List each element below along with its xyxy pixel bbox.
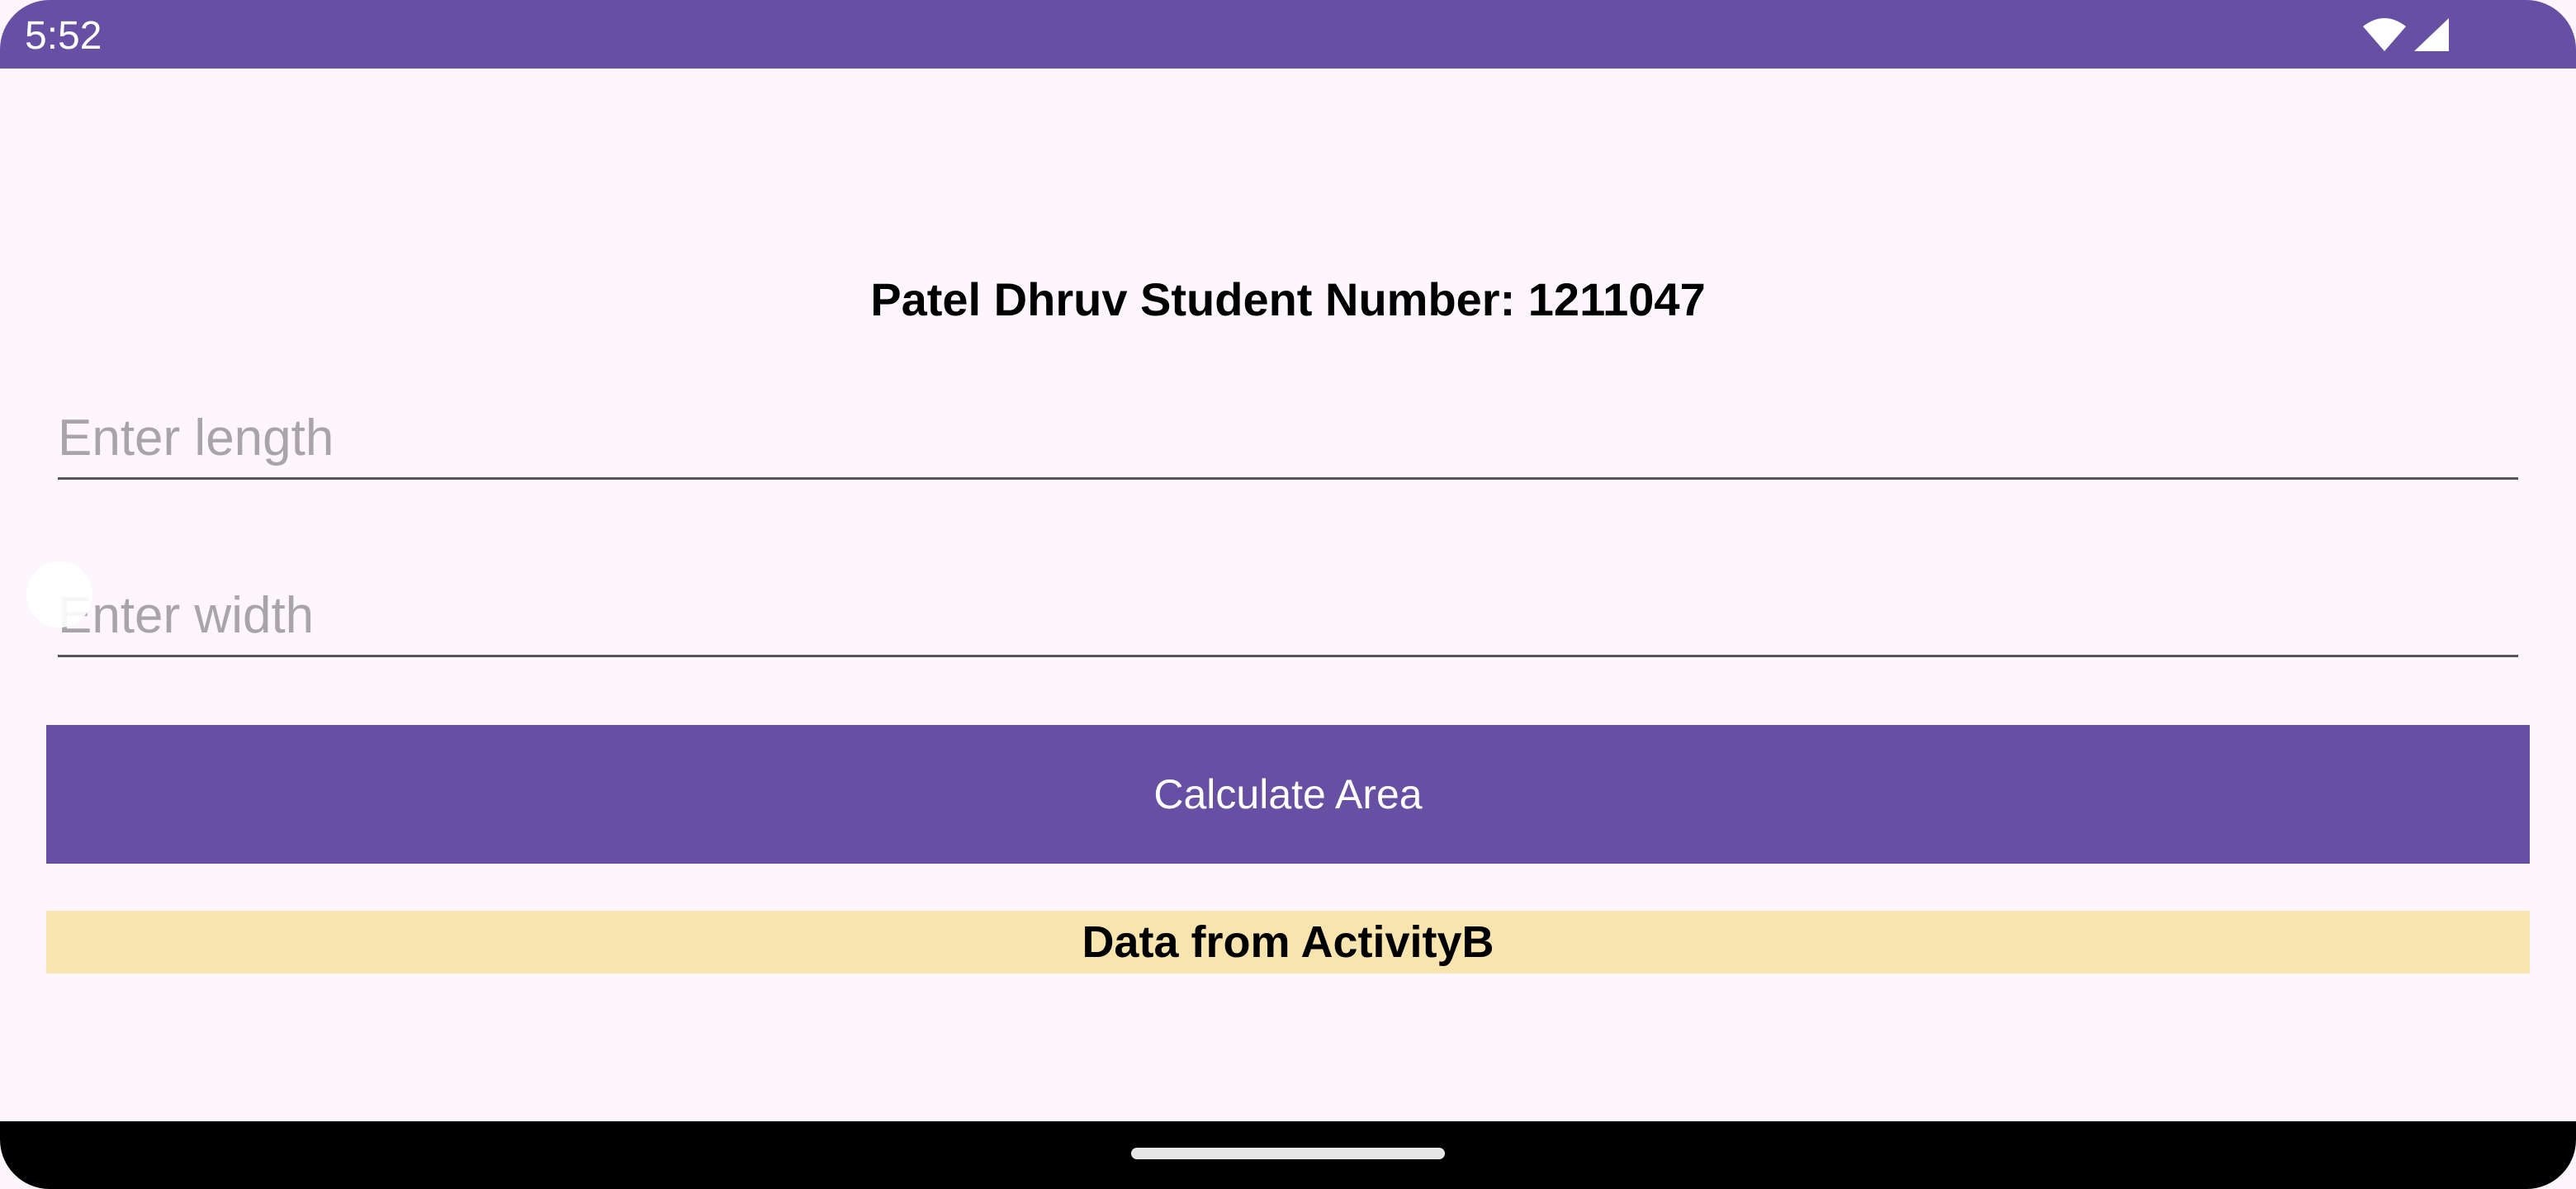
length-field[interactable] bbox=[58, 386, 2518, 480]
main-content: Patel Dhruv Student Number: 1211047 Calc… bbox=[0, 69, 2576, 1121]
width-input[interactable] bbox=[58, 586, 2518, 645]
page-title: Patel Dhruv Student Number: 1211047 bbox=[870, 273, 1706, 325]
calculate-area-button[interactable]: Calculate Area bbox=[46, 725, 2530, 864]
status-icons bbox=[2361, 17, 2452, 53]
width-field[interactable] bbox=[58, 564, 2518, 657]
status-clock: 5:52 bbox=[25, 14, 102, 58]
navigation-bar bbox=[0, 1121, 2576, 1189]
status-bar: 5:52 bbox=[0, 0, 2576, 69]
activityb-data-label: Data from ActivityB bbox=[46, 911, 2530, 973]
touch-indicator bbox=[26, 561, 92, 628]
home-handle[interactable] bbox=[1131, 1148, 1445, 1159]
length-input[interactable] bbox=[58, 409, 2518, 467]
signal-icon bbox=[2414, 18, 2449, 51]
wifi-icon bbox=[2362, 18, 2406, 51]
